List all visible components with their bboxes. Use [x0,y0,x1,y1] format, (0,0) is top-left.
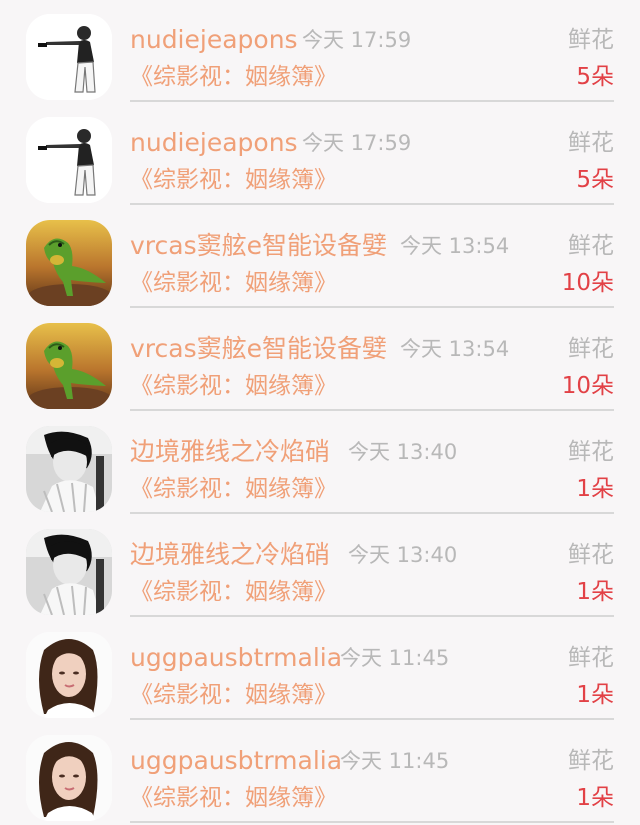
book-title[interactable]: 《综影视：姻缘簿》 [130,471,337,507]
avatar[interactable] [26,529,112,615]
gift-type: 鲜花 [568,336,614,362]
book-title[interactable]: 《综影视：姻缘簿》 [130,162,337,198]
record-header: vrcas窦舷e智能设备嬖 今天 13:54 鲜花 [130,332,614,366]
row-divider [130,512,614,514]
book-title[interactable]: 《综影视：姻缘簿》 [130,677,337,713]
gift-record-row[interactable]: nudiejeapons 今天 17:59 鲜花 《综影视：姻缘簿》 5朵 [0,0,640,103]
person-pointing-gun-avatar-icon [26,14,112,100]
username[interactable]: uggpausbtrmalia [130,744,342,778]
record-header: uggpausbtrmalia 今天 11:45 鲜花 [130,744,614,778]
username[interactable]: 边境雅线之冷焰硝 [130,435,330,469]
avatar[interactable] [26,220,112,306]
record-details: 《综影视：姻缘簿》 5朵 [130,59,614,95]
gift-type: 鲜花 [568,748,614,774]
gift-type: 鲜花 [568,130,614,156]
record-details: 《综影视：姻缘簿》 5朵 [130,162,614,198]
gift-count: 1朵 [576,579,614,605]
record-details: 《综影视：姻缘簿》 10朵 [130,368,614,404]
gift-count: 1朵 [576,682,614,708]
record-content: vrcas窦舷e智能设备嬖 今天 13:54 鲜花 《综影视：姻缘簿》 10朵 [130,309,614,412]
record-header: 边境雅线之冷焰硝 今天 13:40 鲜花 [130,435,614,469]
username[interactable]: uggpausbtrmalia [130,641,342,675]
record-header: 边境雅线之冷焰硝 今天 13:40 鲜花 [130,538,614,572]
gift-count: 10朵 [561,270,614,296]
record-details: 《综影视：姻缘簿》 1朵 [130,574,614,610]
timestamp: 今天 13:54 [400,337,510,361]
record-header: vrcas窦舷e智能设备嬖 今天 13:54 鲜花 [130,229,614,263]
record-content: nudiejeapons 今天 17:59 鲜花 《综影视：姻缘簿》 5朵 [130,103,614,206]
book-title[interactable]: 《综影视：姻缘簿》 [130,780,337,816]
gift-record-row[interactable]: uggpausbtrmalia 今天 11:45 鲜花 《综影视：姻缘簿》 1朵 [0,618,640,721]
row-divider [130,409,614,411]
timestamp: 今天 17:59 [302,28,412,52]
green-dinosaur-avatar-icon [26,220,112,306]
book-title[interactable]: 《综影视：姻缘簿》 [130,574,337,610]
gift-count: 5朵 [576,64,614,90]
record-content: uggpausbtrmalia 今天 11:45 鲜花 《综影视：姻缘簿》 1朵 [130,618,614,721]
gift-record-row[interactable]: 边境雅线之冷焰硝 今天 13:40 鲜花 《综影视：姻缘簿》 1朵 [0,515,640,618]
person-pointing-gun-avatar-icon [26,117,112,203]
book-title[interactable]: 《综影视：姻缘簿》 [130,59,337,95]
monochrome-person-avatar-icon [26,529,112,615]
record-content: uggpausbtrmalia 今天 11:45 鲜花 《综影视：姻缘簿》 1朵 [130,721,614,824]
avatar[interactable] [26,14,112,100]
record-header: nudiejeapons 今天 17:59 鲜花 [130,126,614,160]
gift-record-row[interactable]: nudiejeapons 今天 17:59 鲜花 《综影视：姻缘簿》 5朵 [0,103,640,206]
gift-record-list: nudiejeapons 今天 17:59 鲜花 《综影视：姻缘簿》 5朵 nu… [0,0,640,825]
record-content: vrcas窦舷e智能设备嬖 今天 13:54 鲜花 《综影视：姻缘簿》 10朵 [130,206,614,309]
avatar[interactable] [26,117,112,203]
username[interactable]: 边境雅线之冷焰硝 [130,538,330,572]
avatar[interactable] [26,632,112,718]
row-divider [130,718,614,720]
avatar[interactable] [26,323,112,409]
book-title[interactable]: 《综影视：姻缘簿》 [130,265,337,301]
timestamp: 今天 17:59 [302,131,412,155]
gift-record-row[interactable]: uggpausbtrmalia 今天 11:45 鲜花 《综影视：姻缘簿》 1朵 [0,721,640,824]
record-details: 《综影视：姻缘簿》 1朵 [130,677,614,713]
timestamp: 今天 13:40 [348,440,458,464]
username[interactable]: vrcas窦舷e智能设备嬖 [130,332,387,366]
gift-count: 1朵 [576,476,614,502]
record-details: 《综影视：姻缘簿》 10朵 [130,265,614,301]
timestamp: 今天 11:45 [340,749,450,773]
gift-count: 1朵 [576,785,614,811]
avatar[interactable] [26,735,112,821]
record-details: 《综影视：姻缘簿》 1朵 [130,780,614,816]
gift-type: 鲜花 [568,233,614,259]
gift-count: 10朵 [561,373,614,399]
gift-type: 鲜花 [568,645,614,671]
row-divider [130,306,614,308]
gift-type: 鲜花 [568,439,614,465]
gift-type: 鲜花 [568,542,614,568]
gift-record-row[interactable]: vrcas窦舷e智能设备嬖 今天 13:54 鲜花 《综影视：姻缘簿》 10朵 [0,309,640,412]
avatar[interactable] [26,426,112,512]
row-divider [130,615,614,617]
row-divider [130,100,614,102]
row-divider [130,821,614,823]
timestamp: 今天 13:40 [348,543,458,567]
username[interactable]: nudiejeapons [130,23,298,57]
record-header: uggpausbtrmalia 今天 11:45 鲜花 [130,641,614,675]
record-details: 《综影视：姻缘簿》 1朵 [130,471,614,507]
record-content: 边境雅线之冷焰硝 今天 13:40 鲜花 《综影视：姻缘簿》 1朵 [130,412,614,515]
timestamp: 今天 13:54 [400,234,510,258]
gift-type: 鲜花 [568,27,614,53]
username[interactable]: vrcas窦舷e智能设备嬖 [130,229,387,263]
record-content: 边境雅线之冷焰硝 今天 13:40 鲜花 《综影视：姻缘簿》 1朵 [130,515,614,618]
gift-record-row[interactable]: vrcas窦舷e智能设备嬖 今天 13:54 鲜花 《综影视：姻缘簿》 10朵 [0,206,640,309]
username[interactable]: nudiejeapons [130,126,298,160]
record-header: nudiejeapons 今天 17:59 鲜花 [130,23,614,57]
timestamp: 今天 11:45 [340,646,450,670]
row-divider [130,203,614,205]
woman-portrait-avatar-icon [26,735,112,821]
woman-portrait-avatar-icon [26,632,112,718]
record-content: nudiejeapons 今天 17:59 鲜花 《综影视：姻缘簿》 5朵 [130,0,614,103]
book-title[interactable]: 《综影视：姻缘簿》 [130,368,337,404]
gift-record-row[interactable]: 边境雅线之冷焰硝 今天 13:40 鲜花 《综影视：姻缘簿》 1朵 [0,412,640,515]
green-dinosaur-avatar-icon [26,323,112,409]
monochrome-person-avatar-icon [26,426,112,512]
gift-count: 5朵 [576,167,614,193]
